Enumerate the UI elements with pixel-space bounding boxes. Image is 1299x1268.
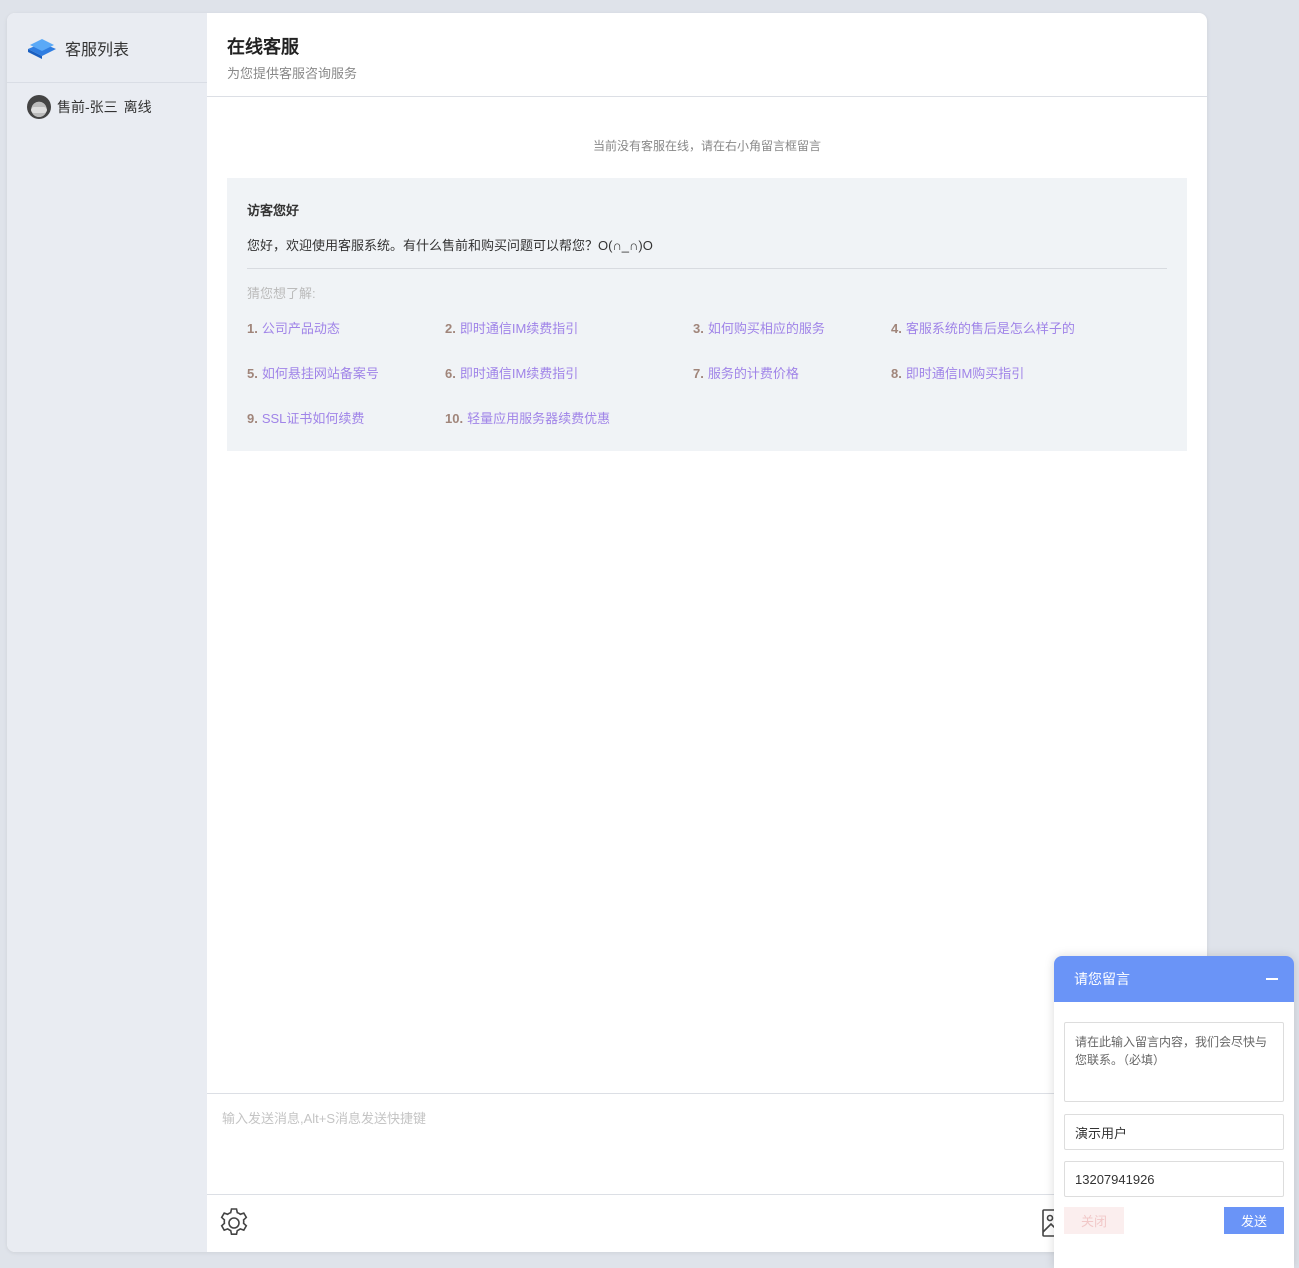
faq-text: 公司产品动态 <box>261 321 340 336</box>
avatar <box>27 95 51 119</box>
minimize-icon[interactable] <box>1266 978 1278 980</box>
leave-message-title: 请您留言 <box>1074 971 1130 987</box>
agent-status: 离线 <box>123 99 152 115</box>
sidebar-header: 客服列表 <box>7 13 207 83</box>
gear-icon[interactable] <box>217 1206 251 1240</box>
leave-message-panel: 请您留言 关闭 发送 <box>1054 956 1294 1268</box>
page-subtitle: 为您提供客服咨询服务 <box>227 66 358 81</box>
sidebar: 客服列表 售前-张三 离线 <box>7 13 207 1252</box>
faq-list: 1. 公司产品动态 2. 即时通信IM续费指引 3. 如何购买相应的服务 4. 客服系统… <box>247 318 1167 427</box>
main-header: 在线客服 为您提供客服咨询服务 <box>207 13 1207 97</box>
faq-text: 即时通信IM续费指引 <box>459 321 579 336</box>
faq-item[interactable]: 3. 如何购买相应的服务 <box>693 318 891 337</box>
faq-text: 服务的计费价格 <box>707 366 799 381</box>
name-field[interactable] <box>1064 1114 1284 1150</box>
guess-label: 猜您想了解: <box>247 286 316 301</box>
page-title: 在线客服 <box>227 37 299 57</box>
leave-message-actions: 关闭 发送 <box>1064 1207 1284 1234</box>
faq-item[interactable]: 7. 服务的计费价格 <box>693 363 891 382</box>
faq-text: 即时通信IM续费指引 <box>459 366 579 381</box>
faq-number: 5. <box>247 366 258 381</box>
faq-number: 3. <box>693 321 704 336</box>
faq-item[interactable]: 4. 客服系统的售后是怎么样子的 <box>891 318 1151 337</box>
faq-text: 即时通信IM购买指引 <box>905 366 1025 381</box>
leave-message-header: 请您留言 <box>1054 956 1294 1002</box>
faq-number: 4. <box>891 321 902 336</box>
welcome-title: 访客您好 <box>247 203 300 218</box>
faq-number: 10. <box>445 411 464 426</box>
close-button[interactable]: 关闭 <box>1064 1207 1124 1234</box>
faq-number: 9. <box>247 411 258 426</box>
offline-notice: 当前没有客服在线，请在右小角留言框留言 <box>592 139 821 153</box>
faq-item[interactable]: 1. 公司产品动态 <box>247 318 445 337</box>
faq-item[interactable]: 9. SSL证书如何续费 <box>247 408 445 427</box>
welcome-message: 您好，欢迎使用客服系统。有什么售前和购买问题可以帮您？O(∩_∩)O <box>247 235 1167 269</box>
faq-number: 1. <box>247 321 258 336</box>
faq-text: 客服系统的售后是怎么样子的 <box>905 321 1075 336</box>
agent-name: 售前-张三 <box>57 99 118 115</box>
faq-number: 7. <box>693 366 704 381</box>
phone-field[interactable] <box>1064 1161 1284 1197</box>
faq-item[interactable]: 8. 即时通信IM购买指引 <box>891 363 1151 382</box>
faq-text: 轻量应用服务器续费优惠 <box>467 411 611 426</box>
faq-item[interactable]: 2. 即时通信IM续费指引 <box>445 318 693 337</box>
welcome-card: 访客您好 您好，欢迎使用客服系统。有什么售前和购买问题可以帮您？O(∩_∩)O … <box>227 178 1187 451</box>
layers-logo-icon <box>28 38 56 59</box>
message-content-field[interactable] <box>1064 1022 1284 1102</box>
faq-item[interactable]: 6. 即时通信IM续费指引 <box>445 363 693 382</box>
faq-number: 2. <box>445 321 456 336</box>
faq-text: 如何购买相应的服务 <box>707 321 825 336</box>
faq-text: SSL证书如何续费 <box>261 411 365 426</box>
faq-number: 8. <box>891 366 902 381</box>
faq-item[interactable]: 10. 轻量应用服务器续费优惠 <box>445 408 693 427</box>
leave-message-form: 关闭 发送 <box>1054 1002 1294 1234</box>
chat-window: 客服列表 售前-张三 离线 在线客服 为您提供客服咨询服务 当前没有客服在线，请… <box>7 13 1207 1252</box>
faq-number: 6. <box>445 366 456 381</box>
sidebar-title: 客服列表 <box>65 41 130 59</box>
agent-item[interactable]: 售前-张三 离线 <box>7 83 207 119</box>
send-button[interactable]: 发送 <box>1224 1207 1284 1234</box>
faq-item[interactable]: 5. 如何悬挂网站备案号 <box>247 363 445 382</box>
faq-text: 如何悬挂网站备案号 <box>261 366 379 381</box>
